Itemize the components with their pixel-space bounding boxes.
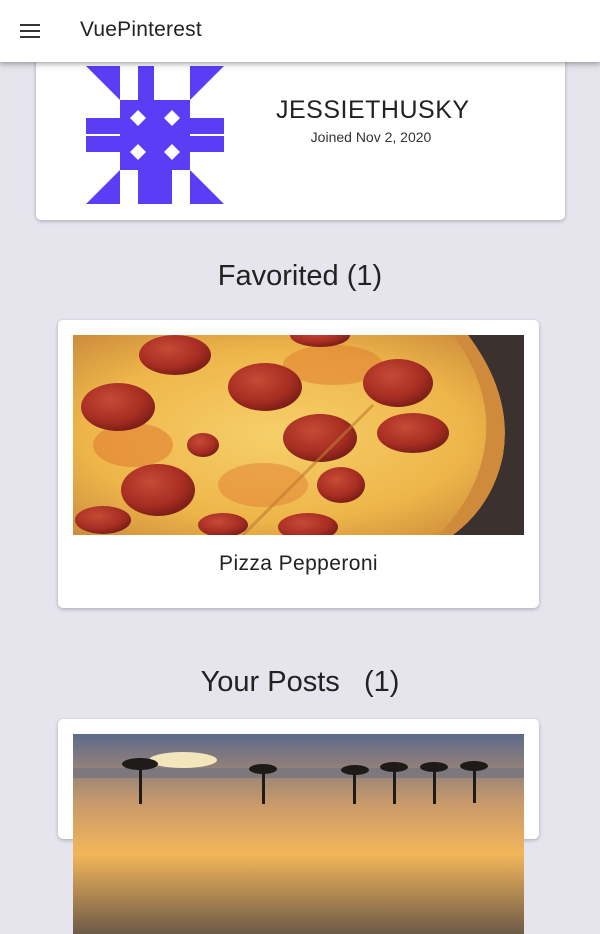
favorited-label: Favorited [217,260,339,292]
your-post-card[interactable] [58,719,539,934]
favorited-heading: Favorited (1) [0,260,600,293]
your-posts-count: (1) [363,666,400,698]
your-posts-heading: Your Posts (1) [0,666,600,699]
menu-icon [20,24,40,38]
app-bar: VuePinterest [0,0,600,62]
your-posts-label: Your Posts [200,666,340,698]
favorited-count: (1) [346,260,383,292]
app-title[interactable]: VuePinterest [80,18,202,42]
favorited-post-card[interactable]: Pizza Pepperoni [58,320,539,608]
profile-card: JESSIETHUSKY Joined Nov 2, 2020 [36,40,565,220]
profile-username: JESSIETHUSKY [276,96,470,124]
identicon-avatar [86,66,224,204]
beach-sunset-photo [73,734,524,934]
profile-joined-date: Joined Nov 2, 2020 [310,129,432,145]
pepperoni-pizza-photo [73,335,524,535]
menu-button[interactable] [10,11,50,51]
favorited-post-title: Pizza Pepperoni [219,552,378,575]
